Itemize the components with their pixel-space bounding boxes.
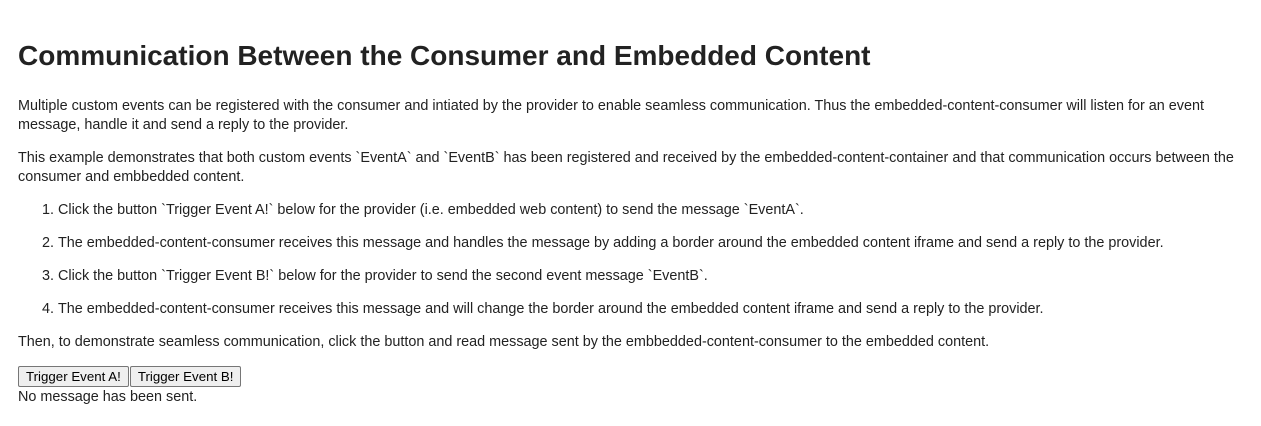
page-content: Communication Between the Consumer and E… xyxy=(0,0,1261,407)
page-title: Communication Between the Consumer and E… xyxy=(18,40,871,71)
list-item-step-2: The embedded-content-consumer receives t… xyxy=(58,234,1243,253)
list-item-step-4: The embedded-content-consumer receives t… xyxy=(58,300,1243,319)
intro-paragraph: Multiple custom events can be registered… xyxy=(18,98,1204,133)
list-item-step-3: Click the button `Trigger Event B!` belo… xyxy=(58,267,1243,286)
list-item-step-1: Click the button `Trigger Event A!` belo… xyxy=(58,201,1243,220)
example-paragraph: This example demonstrates that both cust… xyxy=(18,150,1234,185)
trigger-event-b-button[interactable]: Trigger Event B! xyxy=(129,366,242,387)
trigger-event-a-button[interactable]: Trigger Event A! xyxy=(18,366,129,387)
instruction-paragraph: Then, to demonstrate seamless communicat… xyxy=(18,334,990,350)
steps-list: Click the button `Trigger Event A!` belo… xyxy=(18,201,1243,319)
message-status: No message has been sent. xyxy=(18,389,198,405)
button-group: Trigger Event A! Trigger Event B! xyxy=(18,366,1243,387)
